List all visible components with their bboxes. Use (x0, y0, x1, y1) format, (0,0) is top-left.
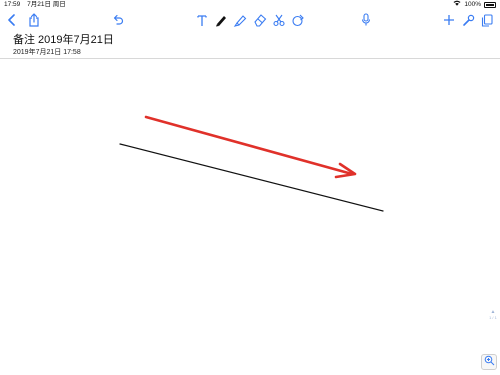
eraser-tool-icon[interactable] (252, 9, 268, 31)
black-line-stroke[interactable] (119, 143, 384, 212)
note-canvas[interactable] (0, 60, 500, 375)
status-time: 17:59 (4, 1, 21, 8)
battery-percent: 100% (464, 1, 481, 8)
text-tool-icon[interactable] (194, 9, 210, 31)
share-icon[interactable] (26, 9, 42, 31)
page-indicator[interactable]: ▲ 1 / 1 (489, 309, 497, 339)
back-chevron-icon[interactable] (4, 9, 20, 31)
wifi-icon (453, 0, 461, 9)
lasso-scissors-icon[interactable] (271, 9, 287, 31)
status-left: 17:59 7月21日 周日 (4, 0, 71, 9)
zoom-in-button[interactable] (481, 354, 497, 370)
battery-icon (484, 1, 496, 8)
status-right: 100% (453, 0, 496, 9)
microphone-icon[interactable] (358, 9, 374, 31)
add-icon[interactable] (441, 9, 457, 31)
toolbar (0, 9, 500, 31)
highlighter-tool-icon[interactable] (232, 9, 248, 31)
red-arrow-stroke[interactable] (144, 115, 357, 179)
pen-tool-icon[interactable] (213, 9, 229, 31)
status-date: 7月21日 周日 (27, 1, 66, 8)
note-title[interactable]: 备注 2019年7月21日 (13, 34, 114, 47)
wrench-icon[interactable] (460, 9, 476, 31)
element-shape-icon[interactable] (290, 9, 306, 31)
note-datetime: 2019年7月21日 17:58 (13, 49, 81, 56)
status-bar: 17:59 7月21日 周日 100% (0, 0, 500, 9)
page-number: 1 / 1 (489, 315, 497, 320)
zoom-in-icon (484, 353, 495, 371)
undo-icon[interactable] (110, 9, 126, 31)
note-header: 备注 2019年7月21日 2019年7月21日 17:58 (0, 31, 500, 59)
page-copy-icon[interactable] (479, 9, 495, 31)
drawing-layer (119, 115, 384, 212)
